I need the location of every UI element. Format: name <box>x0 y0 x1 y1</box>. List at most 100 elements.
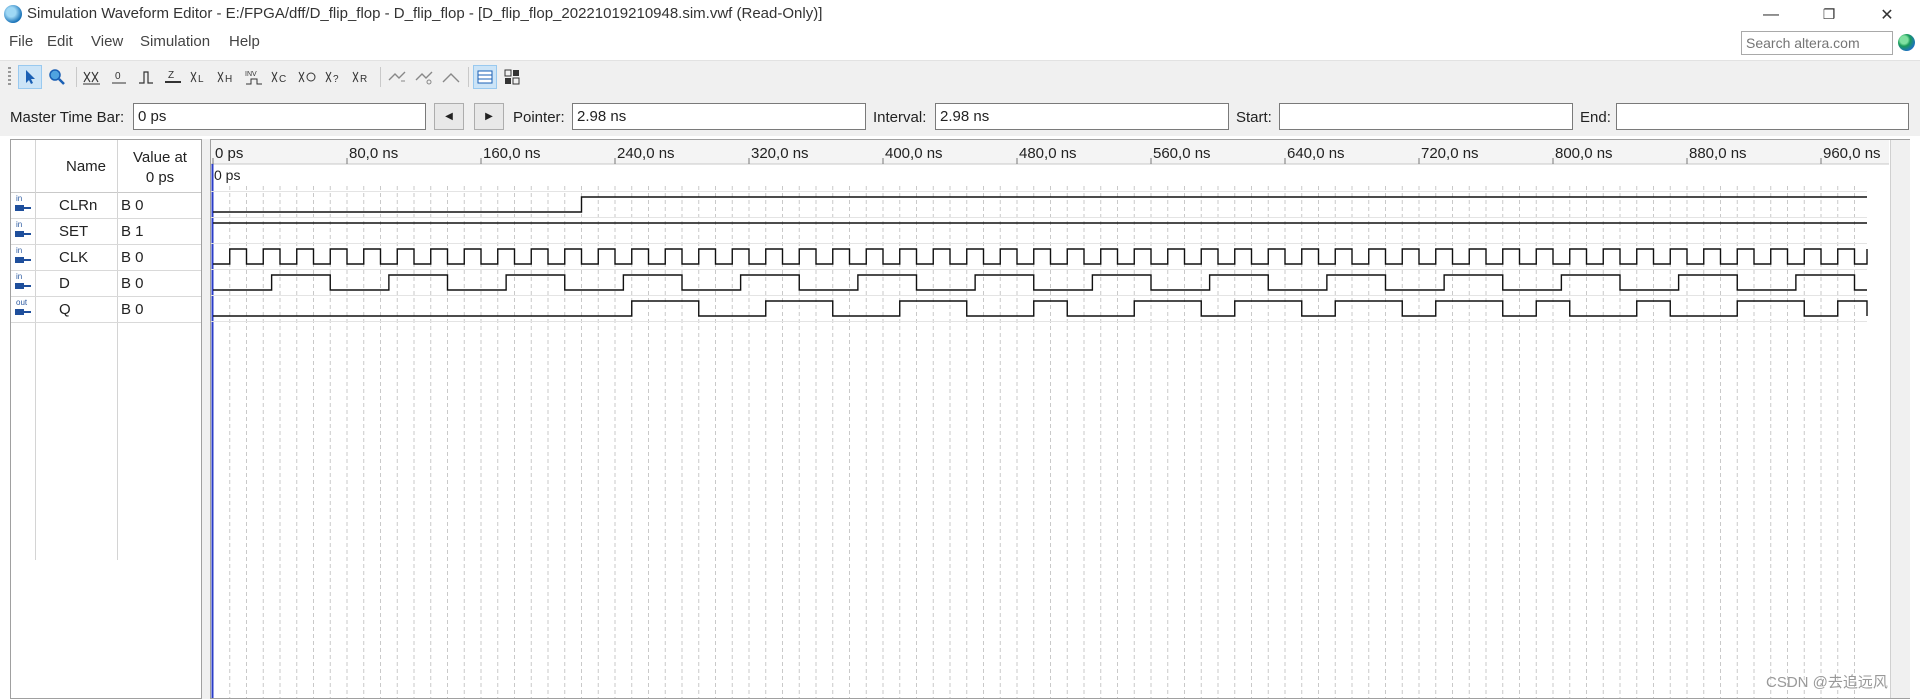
time-tick-label: 560,0 ns <box>1153 145 1211 162</box>
master-time-bar-field[interactable]: 0 ps <box>133 103 426 130</box>
snap-to-grid-icon[interactable] <box>439 65 463 89</box>
time-tick-label: 960,0 ns <box>1823 145 1881 162</box>
grid-view-icon[interactable] <box>473 65 497 89</box>
menu-file[interactable]: File <box>9 33 33 50</box>
signal-list-header: Name Value at 0 ps <box>11 140 201 193</box>
app-logo-icon <box>4 5 22 23</box>
signal-name: D <box>59 275 70 292</box>
weak-low-icon[interactable]: L <box>188 65 212 89</box>
time-tick-label: 720,0 ns <box>1421 145 1479 162</box>
forcing-low-icon[interactable]: 0 <box>107 65 131 89</box>
signal-list-pane: Name Value at 0 ps in CLRn B 0 in SET B … <box>10 139 202 699</box>
clock-icon[interactable] <box>296 65 320 89</box>
time-tick-label: 320,0 ns <box>751 145 809 162</box>
time-tick-label: 640,0 ns <box>1287 145 1345 162</box>
pane-splitter[interactable] <box>202 139 210 699</box>
time-bar: Master Time Bar: 0 ps ◀ ▶ Pointer: 2.98 … <box>0 92 1920 136</box>
input-pin-icon: in <box>13 195 31 217</box>
interval-label: Interval: <box>873 109 927 126</box>
svg-text:?: ? <box>333 74 339 85</box>
settings-icon[interactable] <box>500 65 524 89</box>
svg-text:Z: Z <box>168 70 174 81</box>
time-tick-label: 800,0 ns <box>1555 145 1613 162</box>
svg-text:INV: INV <box>245 71 257 78</box>
waveform-pane[interactable]: 0 ps 80,0 ns 160,0 ns 240,0 ns 320,0 ns 400,0… <box>210 139 1910 699</box>
start-label: Start: <box>1236 109 1272 126</box>
menu-bar: File Edit View Simulation Help <box>0 29 1920 56</box>
input-pin-icon: in <box>13 247 31 269</box>
wave-clk <box>213 248 1868 265</box>
wave-q <box>213 300 1868 317</box>
window-title: Simulation Waveform Editor - E:/FPGA/dff… <box>27 5 823 22</box>
minimize-button[interactable]: — <box>1748 0 1794 29</box>
menu-simulation[interactable]: Simulation <box>140 33 210 50</box>
time-tick-label: 80,0 ns <box>349 145 398 162</box>
signal-name: CLRn <box>59 197 98 214</box>
menu-view[interactable]: View <box>91 33 123 50</box>
waveform-canvas[interactable]: 0 ps 80,0 ns 160,0 ns 240,0 ns 320,0 ns 400,0… <box>211 140 1889 698</box>
signal-row-clk[interactable]: in CLK B 0 <box>11 245 201 271</box>
svg-text:C: C <box>279 74 286 85</box>
marker-time-label: 0 ps <box>214 167 240 183</box>
svg-text:0: 0 <box>115 71 121 82</box>
end-label: End: <box>1580 109 1611 126</box>
value-column-time: 0 ps <box>145 169 175 186</box>
count-value-icon[interactable]: C <box>269 65 293 89</box>
svg-text:H: H <box>225 74 232 85</box>
globe-icon[interactable] <box>1898 34 1915 51</box>
high-impedance-icon[interactable]: Z <box>161 65 185 89</box>
vertical-scrollbar[interactable] <box>1890 140 1910 698</box>
wave-clrn <box>213 196 1867 213</box>
forcing-high-icon[interactable] <box>134 65 158 89</box>
signal-name: CLK <box>59 249 89 266</box>
weak-high-icon[interactable]: H <box>215 65 239 89</box>
time-tick-label: 880,0 ns <box>1689 145 1747 162</box>
time-tick-label: 160,0 ns <box>483 145 541 162</box>
arbitrary-value-icon[interactable]: ? <box>323 65 347 89</box>
start-field[interactable] <box>1279 103 1573 130</box>
signal-value: B 0 <box>121 275 144 292</box>
signal-name: SET <box>59 223 89 240</box>
pointer-field[interactable]: 2.98 ns <box>572 103 866 130</box>
value-column-header[interactable]: Value at <box>118 149 202 166</box>
signal-name: Q <box>59 301 71 318</box>
wave-d <box>213 274 1867 291</box>
pointer-label: Pointer: <box>513 109 565 126</box>
signal-value: B 1 <box>121 223 144 240</box>
restore-button[interactable]: ❐ <box>1806 0 1852 29</box>
time-tick-label: 0 ps <box>215 145 243 162</box>
input-pin-icon: in <box>13 221 31 243</box>
signal-row-d[interactable]: in D B 0 <box>11 271 201 297</box>
random-value-icon[interactable]: R <box>350 65 374 89</box>
search-input[interactable] <box>1741 31 1893 55</box>
output-pin-icon: out <box>13 299 31 321</box>
next-transition-button[interactable]: ▶ <box>474 103 504 130</box>
end-field[interactable] <box>1616 103 1909 130</box>
signal-row-clrn[interactable]: in CLRn B 0 <box>11 193 201 219</box>
watermark: CSDN @去追远风 <box>1766 674 1888 691</box>
time-tick-label: 240,0 ns <box>617 145 675 162</box>
signal-row-q[interactable]: out Q B 0 <box>11 297 201 323</box>
time-tick-label: 480,0 ns <box>1019 145 1077 162</box>
select-pointer-icon[interactable] <box>18 65 42 89</box>
signal-value: B 0 <box>121 249 144 266</box>
toolbar-grip <box>8 67 11 87</box>
menu-help[interactable]: Help <box>229 33 260 50</box>
run-timing-icon[interactable] <box>412 65 436 89</box>
time-tick-label: 400,0 ns <box>885 145 943 162</box>
forcing-unknown-icon[interactable] <box>80 65 104 89</box>
invert-icon[interactable]: INV <box>242 65 266 89</box>
prev-transition-button[interactable]: ◀ <box>434 103 464 130</box>
svg-text:L: L <box>198 74 204 85</box>
run-functional-icon[interactable] <box>385 65 409 89</box>
menu-edit[interactable]: Edit <box>47 33 73 50</box>
input-pin-icon: in <box>13 273 31 295</box>
name-column-header[interactable]: Name <box>46 158 126 175</box>
master-time-bar-label: Master Time Bar: <box>10 109 125 126</box>
zoom-icon[interactable] <box>45 65 69 89</box>
signal-value: B 0 <box>121 197 144 214</box>
close-button[interactable]: ✕ <box>1864 0 1910 29</box>
signal-row-set[interactable]: in SET B 1 <box>11 219 201 245</box>
interval-field[interactable]: 2.98 ns <box>935 103 1229 130</box>
toolbar: 0 Z L H INV C ? R <box>0 60 1920 94</box>
